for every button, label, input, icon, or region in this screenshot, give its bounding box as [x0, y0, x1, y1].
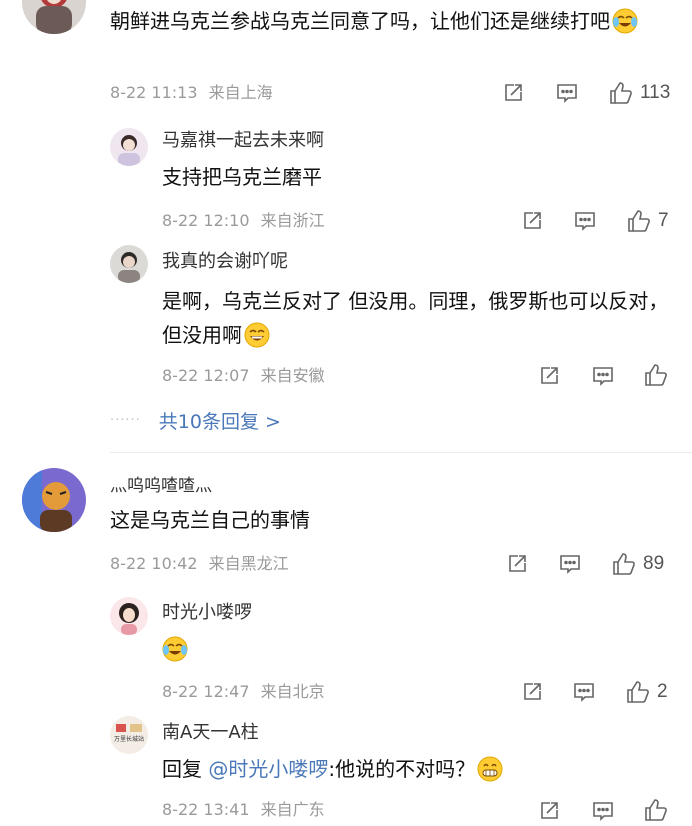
reply-text	[162, 632, 672, 672]
avatar-caption: 万里长城站	[113, 736, 144, 743]
reply-username[interactable]: 我真的会谢吖呢	[162, 251, 288, 273]
comment-meta: 8-22 10:42 来自黑龙江	[110, 554, 289, 574]
comment-button[interactable]	[591, 364, 615, 388]
reply-avatar[interactable]	[110, 597, 148, 635]
comment-username[interactable]: 灬呜呜喳喳灬	[110, 475, 212, 497]
reply-text: 支持把乌克兰磨平	[162, 165, 322, 189]
like-button[interactable]	[643, 362, 669, 388]
reply-location: 来自浙江	[260, 211, 325, 230]
reply-date: 8-22 12:10	[162, 211, 250, 230]
comment-icon	[593, 802, 613, 821]
thumbs-up-icon	[645, 799, 667, 821]
reply-text: 是啊，乌克兰反对了 但没用。同理，俄罗斯也可以反对，但没用啊	[162, 284, 670, 358]
like-button[interactable]: 89	[611, 551, 664, 577]
grinning-sweat-emoji	[244, 322, 270, 358]
share-button[interactable]	[537, 799, 561, 823]
reply-meta: 8-22 12:07 来自安徽	[162, 366, 325, 386]
like-button[interactable]	[643, 797, 669, 823]
comment-button[interactable]	[572, 680, 596, 704]
thumbs-up-icon	[610, 82, 632, 104]
share-icon	[524, 212, 541, 229]
comment-icon	[560, 555, 580, 574]
comment-icon	[557, 84, 577, 103]
share-button[interactable]	[505, 552, 529, 576]
share-button[interactable]	[520, 209, 544, 233]
avatar[interactable]	[22, 468, 86, 532]
reply-location: 来自北京	[260, 682, 325, 701]
reply-text: 回复 @时光小喽啰:他说的不对吗？	[162, 752, 672, 792]
reply-date: 8-22 13:41	[162, 800, 250, 819]
reply-avatar[interactable]: 万里长城站	[110, 716, 148, 754]
reply-location: 来自安徽	[260, 366, 325, 385]
more-replies[interactable]: ······ 共10条回复 >	[110, 407, 281, 434]
avatar[interactable]	[22, 0, 86, 34]
thumbs-up-icon	[645, 364, 667, 386]
like-count: 7	[658, 210, 669, 231]
like-button[interactable]: 113	[608, 80, 670, 106]
reply-avatar[interactable]	[110, 128, 148, 166]
thumbs-up-icon	[613, 553, 635, 575]
comment-date: 8-22 10:42	[110, 554, 198, 573]
share-button[interactable]	[537, 364, 561, 388]
mention-link[interactable]: @时光小喽啰	[208, 757, 328, 781]
share-icon	[505, 84, 522, 101]
comment-text: 这是乌克兰自己的事情	[110, 508, 310, 532]
comment-icon	[593, 367, 613, 386]
comment-text: 朝鲜进乌克兰参战乌克兰同意了吗，让他们还是继续打吧	[110, 4, 670, 44]
share-icon	[509, 555, 526, 572]
divider	[110, 452, 692, 453]
reply-date: 8-22 12:07	[162, 366, 250, 385]
comment-button[interactable]	[591, 799, 615, 823]
comment-button[interactable]	[555, 81, 579, 105]
more-replies-link[interactable]: 共10条回复 >	[159, 407, 281, 434]
comment-date: 8-22 11:13	[110, 83, 198, 102]
comment-location: 来自黑龙江	[208, 554, 289, 573]
comment-button[interactable]	[558, 552, 582, 576]
share-button[interactable]	[501, 81, 525, 105]
share-icon	[524, 683, 541, 700]
like-button[interactable]: 7	[626, 208, 669, 234]
like-button[interactable]: 2	[625, 679, 668, 705]
reply-date: 8-22 12:47	[162, 682, 250, 701]
reply-username[interactable]: 马嘉祺一起去未来啊	[162, 130, 324, 152]
like-count: 2	[657, 681, 668, 702]
reply-avatar[interactable]	[110, 245, 148, 283]
share-icon	[541, 367, 558, 384]
dots-decoration: ······	[110, 413, 141, 428]
comment-icon	[574, 683, 594, 702]
reply-location: 来自广东	[260, 800, 325, 819]
thumbs-up-icon	[628, 210, 650, 232]
grin-emoji	[477, 756, 503, 792]
comment-location: 来自上海	[208, 83, 273, 102]
reply-username[interactable]: 时光小喽啰	[162, 602, 252, 624]
comment-button[interactable]	[573, 209, 597, 233]
reply-prefix: 回复	[162, 757, 202, 781]
comment-meta: 8-22 11:13 来自上海	[110, 83, 273, 103]
share-icon	[541, 802, 558, 819]
thumbs-up-icon	[627, 681, 649, 703]
reply-meta: 8-22 12:10 来自浙江	[162, 211, 325, 231]
reply-username[interactable]: 南A天一A柱	[162, 722, 259, 744]
reply-meta: 8-22 12:47 来自北京	[162, 682, 325, 702]
like-count: 113	[640, 82, 671, 103]
comment-icon	[575, 212, 595, 231]
like-count: 89	[643, 553, 665, 574]
crying-laughing-emoji	[162, 636, 188, 672]
share-button[interactable]	[520, 680, 544, 704]
crying-laughing-emoji	[612, 8, 638, 44]
reply-meta: 8-22 13:41 来自广东	[162, 800, 325, 820]
